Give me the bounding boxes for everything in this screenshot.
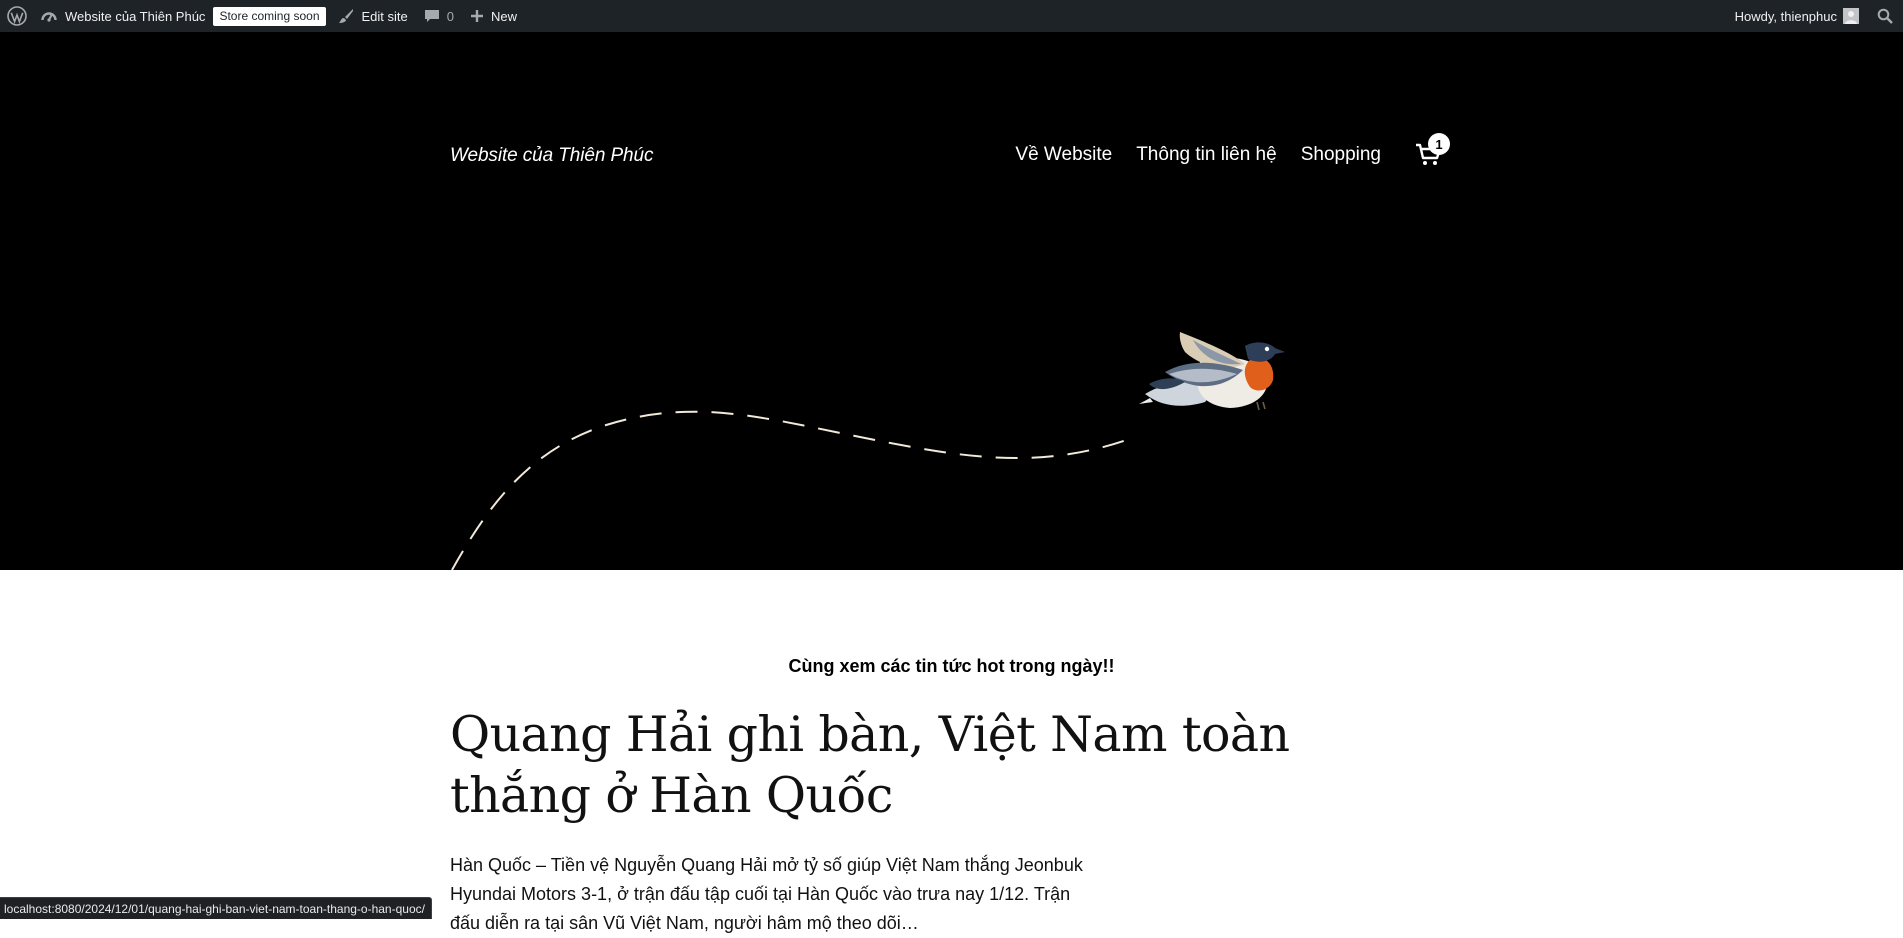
admin-bar-left: Website của Thiên Phúc Store coming soon…	[0, 0, 525, 32]
browser-status-bar: localhost:8080/2024/12/01/quang-hai-ghi-…	[0, 897, 432, 919]
nav-item-ve-website[interactable]: Về Website	[1015, 144, 1112, 166]
site-title[interactable]: Website của Thiên Phúc	[450, 145, 654, 167]
store-coming-soon-badge[interactable]: Store coming soon	[213, 6, 326, 26]
site-name-menu[interactable]: Website của Thiên Phúc	[35, 0, 211, 32]
admin-bar: Website của Thiên Phúc Store coming soon…	[0, 0, 1903, 32]
avatar	[1843, 8, 1859, 24]
admin-search-button[interactable]	[1865, 0, 1903, 32]
nav-item-shopping[interactable]: Shopping	[1301, 144, 1381, 166]
wordpress-icon	[7, 6, 27, 26]
comments-count: 0	[446, 8, 454, 24]
status-url: localhost:8080/2024/12/01/quang-hai-ghi-…	[4, 901, 425, 916]
dashed-flight-path	[451, 410, 1136, 570]
cart-count-badge: 1	[1428, 133, 1450, 155]
nav-item-thong-tin-lien-he[interactable]: Thông tin liên hệ	[1136, 144, 1277, 166]
hero-header: Website của Thiên Phúc Về Website Thông …	[0, 32, 1903, 570]
search-icon	[1877, 8, 1893, 24]
new-label: New	[490, 8, 517, 24]
dashboard-icon	[41, 9, 65, 23]
cart-icon	[1414, 143, 1444, 172]
comments-button[interactable]: 0	[416, 0, 462, 32]
site-name-label: Website của Thiên Phúc	[65, 8, 206, 24]
edit-site-button[interactable]: Edit site	[330, 0, 416, 32]
howdy-label: Howdy, thienphuc	[1734, 8, 1837, 24]
primary-navigation: Về Website Thông tin liên hệ Shopping	[991, 144, 1381, 166]
wordpress-menu[interactable]	[0, 0, 35, 32]
account-menu[interactable]: Howdy, thienphuc	[1727, 0, 1865, 32]
page-tagline: Cùng xem các tin tức hot trong ngày!!	[788, 656, 1115, 676]
post-title-link[interactable]: Quang Hải ghi bàn, Việt Nam toàn thắng ở…	[450, 704, 1430, 826]
comment-icon	[424, 8, 447, 24]
new-content-button[interactable]: New	[462, 0, 525, 32]
edit-site-label: Edit site	[361, 8, 408, 24]
plus-icon	[470, 9, 491, 23]
post-excerpt: Hàn Quốc – Tiền vệ Nguyễn Quang Hải mở t…	[450, 855, 1083, 933]
brush-icon	[338, 8, 362, 24]
admin-bar-right: Howdy, thienphuc	[1727, 0, 1903, 32]
bird-image	[1139, 332, 1285, 411]
hero-illustration	[451, 332, 1285, 570]
